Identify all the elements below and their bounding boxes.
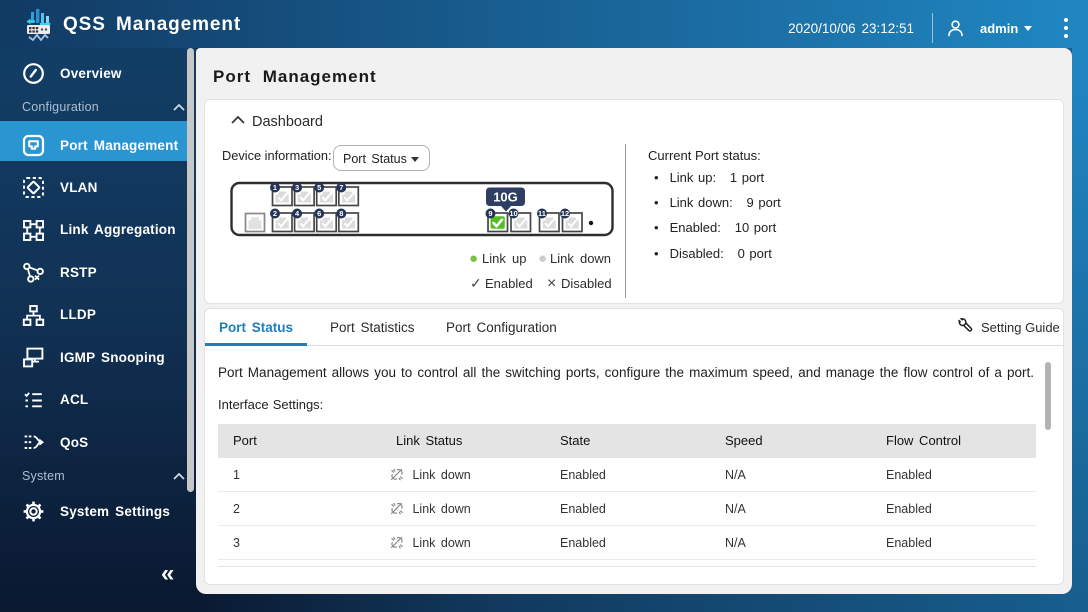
svg-text:7: 7	[339, 183, 343, 192]
svg-text:6: 6	[317, 209, 321, 218]
svg-text:2: 2	[273, 209, 277, 218]
svg-text:1: 1	[273, 183, 277, 192]
svg-text:9: 9	[488, 209, 492, 218]
svg-text:11: 11	[538, 209, 546, 218]
svg-text:3: 3	[295, 183, 299, 192]
svg-text:5: 5	[317, 183, 321, 192]
svg-text:12: 12	[561, 209, 569, 218]
svg-text:8: 8	[339, 209, 343, 218]
svg-text:10: 10	[509, 209, 517, 218]
svg-text:10G: 10G	[493, 190, 518, 205]
